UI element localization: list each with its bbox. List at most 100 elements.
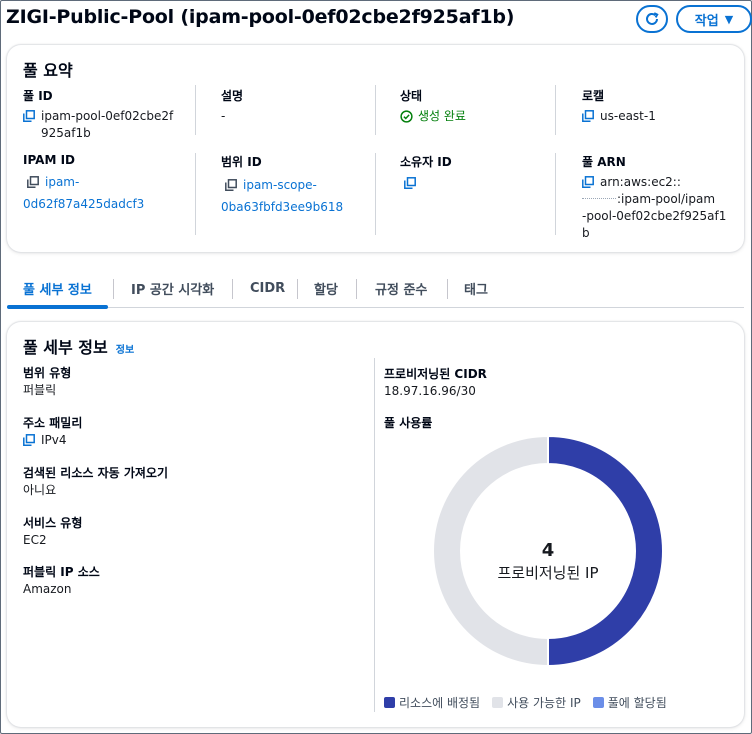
actions-button-label: 작업 [694, 13, 719, 29]
pool-summary-title: 풀 요약 [23, 61, 73, 80]
owner-id-label: 소유자 ID [400, 155, 452, 169]
pool-id-value-line1: ipam-pool-0ef02cbe2f [41, 109, 174, 123]
tab-cidr[interactable]: CIDR [234, 270, 301, 307]
public-ip-source-field: 퍼블릭 IP 소스 Amazon [23, 563, 100, 598]
address-family-value: IPv4 [41, 433, 67, 447]
description-value: - [221, 109, 226, 123]
tab-ip-space-visualization[interactable]: IP 공간 시각화 [115, 270, 230, 307]
tab-tags[interactable]: 태그 [448, 270, 504, 307]
copy-icon[interactable] [23, 434, 35, 446]
actions-button[interactable]: 작업 ▼ [676, 5, 752, 33]
tab-bar: 풀 세부 정보 IP 공간 시각화 CIDR 할당 규정 준수 태그 [7, 270, 744, 309]
service-type-value: EC2 [23, 533, 47, 547]
copy-icon[interactable] [582, 110, 594, 122]
scope-type-label: 범위 유형 [23, 366, 72, 380]
legend-swatch [384, 697, 395, 708]
tab-divider [356, 279, 357, 299]
scope-type-field: 범위 유형 퍼블릭 [23, 364, 71, 399]
legend-item-0[interactable]: 리소스에 배정됨 [384, 694, 480, 711]
public-ip-source-label: 퍼블릭 IP 소스 [23, 565, 100, 579]
page-header: ZIGI-Public-Pool (ipam-pool-0ef02cbe2f92… [6, 4, 752, 38]
refresh-icon [646, 12, 659, 25]
owner-id-field: 소유자 ID [400, 153, 550, 192]
legend-label: 사용 가능한 IP [507, 696, 581, 710]
auto-import-value: 아니요 [23, 483, 57, 497]
donut-center-label: 프로비저닝된 IP [497, 564, 598, 582]
column-divider [374, 358, 375, 712]
auto-import-field: 검색된 리소스 자동 가져오기 아니요 [23, 464, 168, 499]
refresh-button[interactable] [636, 5, 668, 33]
locale-value: us-east-1 [600, 109, 656, 123]
donut-slice-0[interactable] [547, 434, 664, 668]
page-title: ZIGI-Public-Pool (ipam-pool-0ef02cbe2f92… [6, 6, 515, 28]
pool-id-value-line2: 925af1b [41, 126, 91, 140]
donut-slice-1[interactable] [432, 434, 549, 668]
ipam-id-label: IPAM ID [23, 153, 75, 167]
tab-pool-details[interactable]: 풀 세부 정보 [7, 270, 108, 309]
status-field: 상태 생성 완료 [400, 87, 550, 125]
column-divider [555, 85, 556, 135]
ipam-id-link-line2[interactable]: 0d62f87a425dadcf3 [23, 196, 188, 213]
copy-icon[interactable] [582, 176, 594, 188]
pool-details-title: 풀 세부 정보 [23, 338, 108, 357]
service-type-label: 서비스 유형 [23, 516, 83, 530]
tab-compliance[interactable]: 규정 준수 [359, 270, 443, 307]
copy-icon[interactable] [23, 110, 35, 122]
locale-label: 로캘 [582, 89, 605, 103]
pool-id-label: 풀 ID [23, 89, 53, 103]
pool-id-field: 풀 ID ipam-pool-0ef02cbe2f 925af1b [23, 87, 188, 142]
pool-arn-line1: arn:aws:ec2:: [600, 175, 681, 189]
column-divider [375, 153, 376, 235]
description-label: 설명 [221, 89, 244, 103]
description-field: 설명 - [221, 87, 371, 125]
provisioned-cidr-field: 프로비저닝된 CIDR 18.97.16.96/30 [384, 365, 487, 400]
column-divider [195, 85, 196, 135]
public-ip-source-value: Amazon [23, 582, 72, 596]
column-divider [195, 153, 196, 235]
pool-arn-line2: :ipam-pool/ipam [617, 192, 716, 206]
scope-id-link-line1[interactable]: ipam-scope- [243, 177, 317, 194]
provisioned-cidr-value: 18.97.16.96/30 [384, 384, 476, 398]
provisioned-cidr-label: 프로비저닝된 CIDR [384, 367, 487, 381]
address-family-field: 주소 패밀리 IPv4 [23, 414, 82, 449]
scope-type-value: 퍼블릭 [23, 383, 57, 397]
legend-swatch [592, 697, 604, 708]
pool-summary-panel: 풀 요약 풀 ID ipam-pool-0ef02cbe2f 925af1b 설… [7, 45, 744, 252]
tab-divider [232, 279, 233, 299]
legend-item-1[interactable]: 사용 가능한 IP [492, 694, 581, 711]
scope-id-label: 범위 ID [221, 155, 262, 169]
service-type-field: 서비스 유형 EC2 [23, 514, 82, 549]
info-link[interactable]: 정보 [116, 341, 134, 356]
locale-field: 로캘 us-east-1 [582, 87, 732, 125]
ipam-id-link-line1[interactable]: ipam- [45, 174, 79, 191]
ipam-id-field: IPAM ID ipam- 0d62f87a425dadcf3 [23, 153, 188, 213]
pool-arn-field: 풀 ARN arn:aws:ec2:: :ipam-pool/ipam -poo… [582, 153, 737, 242]
donut-center-value: 4 [542, 540, 555, 561]
caret-down-icon: ▼ [724, 12, 734, 26]
copy-icon[interactable] [27, 176, 39, 188]
copy-icon[interactable] [404, 177, 416, 189]
legend-label: 풀에 할당됨 [607, 696, 667, 710]
column-divider [555, 153, 556, 235]
pool-usage-donut-chart: 4 프로비저닝된 IP [432, 434, 664, 668]
tab-allocations[interactable]: 할당 [298, 270, 354, 307]
copy-icon[interactable] [225, 179, 237, 191]
pool-arn-label: 풀 ARN [582, 155, 626, 169]
legend-swatch [492, 697, 504, 708]
pool-arn-line3: -pool-0ef02cbe2f925af1 [582, 209, 727, 223]
column-divider [375, 85, 376, 135]
tab-divider [113, 279, 114, 299]
chart-legend: 리소스에 배정됨 사용 가능한 IP 풀에 할당됨 [384, 694, 667, 711]
scope-id-link-line2[interactable]: 0ba63fbfd3ee9b618 [221, 199, 371, 216]
pool-details-panel: 풀 세부 정보 정보 범위 유형 퍼블릭 주소 패밀리 IPv4 검색된 리소스… [7, 322, 744, 727]
address-family-label: 주소 패밀리 [23, 416, 83, 430]
status-label: 상태 [400, 89, 423, 103]
success-check-icon [400, 110, 413, 123]
status-value: 생성 완료 [418, 109, 466, 123]
scope-id-field: 범위 ID ipam-scope- 0ba63fbfd3ee9b618 [221, 153, 371, 216]
pool-arn-line4: b [582, 226, 590, 240]
legend-label: 리소스에 배정됨 [399, 696, 481, 710]
auto-import-label: 검색된 리소스 자동 가져오기 [23, 466, 169, 480]
legend-item-2[interactable]: 풀에 할당됨 [592, 694, 667, 711]
redacted-account-id [582, 198, 616, 201]
